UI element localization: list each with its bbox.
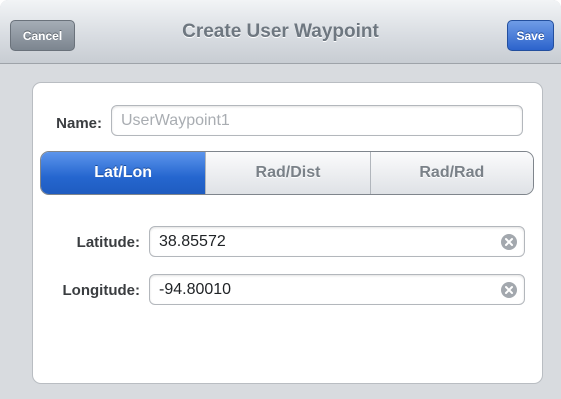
longitude-value: -94.80010	[159, 280, 232, 298]
latitude-input[interactable]: 38.85572	[149, 226, 525, 257]
segment-rad-rad[interactable]: Rad/Rad	[369, 152, 533, 194]
segment-rad-dist[interactable]: Rad/Dist	[205, 152, 370, 194]
name-input[interactable]: UserWaypoint1	[111, 105, 523, 136]
segment-lat-lon[interactable]: Lat/Lon	[41, 152, 206, 194]
longitude-label: Longitude:	[62, 282, 140, 299]
clear-icon[interactable]	[501, 234, 517, 250]
cancel-button[interactable]: Cancel	[10, 20, 75, 51]
save-button[interactable]: Save	[507, 20, 554, 51]
longitude-input[interactable]: -94.80010	[149, 274, 525, 305]
latitude-label: Latitude:	[76, 234, 140, 251]
latitude-value: 38.85572	[159, 232, 226, 250]
page-title: Create User Waypoint	[182, 21, 379, 42]
name-label: Name:	[56, 115, 102, 132]
coordinate-mode-selector: Lat/Lon Rad/Dist Rad/Rad	[40, 151, 534, 195]
navigation-bar: Cancel Create User Waypoint Save	[0, 0, 561, 64]
create-waypoint-dialog: Cancel Create User Waypoint Save Name: U…	[0, 0, 561, 399]
clear-icon[interactable]	[501, 282, 517, 298]
